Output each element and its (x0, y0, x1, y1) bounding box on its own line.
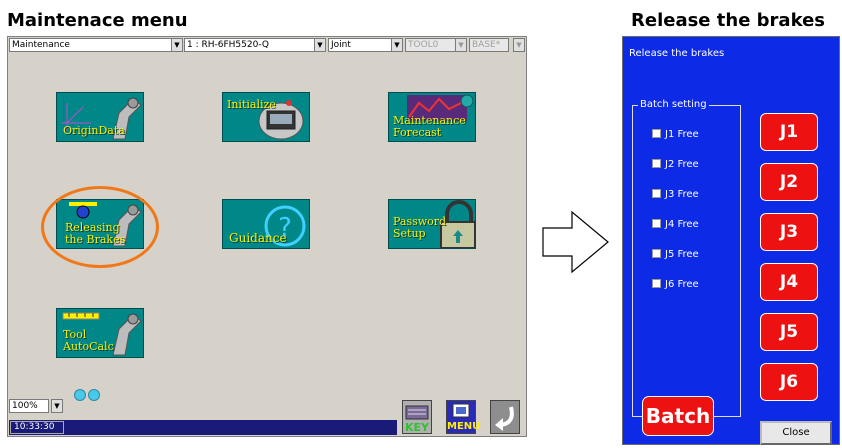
checkbox-box[interactable] (652, 189, 661, 198)
robot-select[interactable]: 1 : RH-6FH5520-Q (184, 38, 316, 52)
menu-button[interactable]: MENU (446, 400, 480, 434)
initialize-button[interactable]: Initialize (222, 92, 310, 142)
jog-mode-select[interactable]: Joint (328, 38, 394, 52)
transition-arrow-icon (542, 210, 609, 274)
j4-free-label: J4 Free (665, 219, 699, 230)
checkbox-box[interactable] (652, 219, 661, 228)
maintenance-menu-heading: Maintenace menu (7, 10, 188, 31)
tool-select[interactable]: TOOL0 (405, 38, 457, 52)
j1-free-label: J1 Free (665, 129, 699, 140)
zoom-dropdown-icon[interactable]: ▼ (51, 399, 63, 413)
status-bar: 10:33:30 (9, 420, 397, 435)
tool-autocalc-label-2: AutoCalc (63, 340, 114, 353)
maintenance-forecast-button[interactable]: Maintenance Forecast (388, 92, 476, 142)
menu-select-dropdown-icon[interactable]: ▼ (171, 38, 183, 52)
guidance-button[interactable]: ? Guidance (222, 199, 310, 249)
tool-select-dropdown-icon[interactable]: ▼ (455, 38, 467, 52)
page-dot-1[interactable] (74, 389, 86, 401)
release-brakes-heading: Release the brakes (631, 10, 825, 31)
guidance-label: Guidance (229, 231, 287, 245)
password-setup-button[interactable]: Password Setup (388, 199, 476, 249)
close-button[interactable]: Close (760, 421, 832, 445)
j3-free-checkbox[interactable]: J3 Free (652, 189, 699, 200)
clock-time: 10:33:30 (10, 421, 64, 434)
j2-free-label: J2 Free (665, 159, 699, 170)
j4-free-checkbox[interactable]: J4 Free (652, 219, 699, 230)
j6-free-checkbox[interactable]: J6 Free (652, 279, 699, 290)
checkbox-box[interactable] (652, 129, 661, 138)
menu-label: MENU (447, 421, 481, 432)
initialize-label: Initialize (227, 98, 276, 111)
checkbox-box[interactable] (652, 159, 661, 168)
j4-release-button[interactable]: J4 (760, 263, 818, 301)
origin-data-button[interactable]: OriginData (56, 92, 144, 142)
j5-free-label: J5 Free (665, 249, 699, 260)
checkbox-box[interactable] (652, 249, 661, 258)
batch-release-button[interactable]: Batch (642, 396, 714, 436)
j5-free-checkbox[interactable]: J5 Free (652, 249, 699, 260)
key-label: KEY (405, 421, 430, 434)
return-arrow-icon (495, 406, 514, 431)
zoom-select[interactable]: 100% (9, 399, 49, 413)
j2-free-checkbox[interactable]: J2 Free (652, 159, 699, 170)
return-button[interactable] (490, 400, 520, 434)
j3-release-button[interactable]: J3 (760, 213, 818, 251)
release-brakes-screen: Release the brakes Batch setting J1 Free… (622, 36, 840, 445)
j1-free-checkbox[interactable]: J1 Free (652, 129, 699, 140)
tool-autocalc-button[interactable]: Tool AutoCalc (56, 308, 144, 358)
page-dot-2[interactable] (88, 389, 100, 401)
j6-release-button[interactable]: J6 (760, 363, 818, 401)
batch-setting-group (632, 105, 741, 417)
checkbox-box[interactable] (652, 279, 661, 288)
base-select-dropdown-icon[interactable]: ▼ (513, 38, 525, 52)
release-brakes-title: Release the brakes (629, 48, 725, 59)
j2-release-button[interactable]: J2 (760, 163, 818, 201)
jog-mode-dropdown-icon[interactable]: ▼ (391, 38, 403, 52)
j6-free-label: J6 Free (665, 279, 699, 290)
j3-free-label: J3 Free (665, 189, 699, 200)
key-button[interactable]: KEY (402, 400, 432, 434)
j1-release-button[interactable]: J1 (760, 113, 818, 151)
maintenance-menu-screen: Maintenance ▼ 1 : RH-6FH5520-Q ▼ Joint ▼… (7, 36, 527, 437)
menu-select[interactable]: Maintenance (9, 38, 173, 52)
maintenance-forecast-label-2: Forecast (393, 126, 442, 139)
robot-select-dropdown-icon[interactable]: ▼ (314, 38, 326, 52)
batch-setting-label: Batch setting (638, 99, 709, 110)
highlight-ellipse (41, 186, 159, 268)
j5-release-button[interactable]: J5 (760, 313, 818, 351)
base-select[interactable]: BASE* (469, 38, 509, 52)
password-setup-label-2: Setup (393, 227, 426, 240)
origin-data-label: OriginData (63, 124, 125, 137)
